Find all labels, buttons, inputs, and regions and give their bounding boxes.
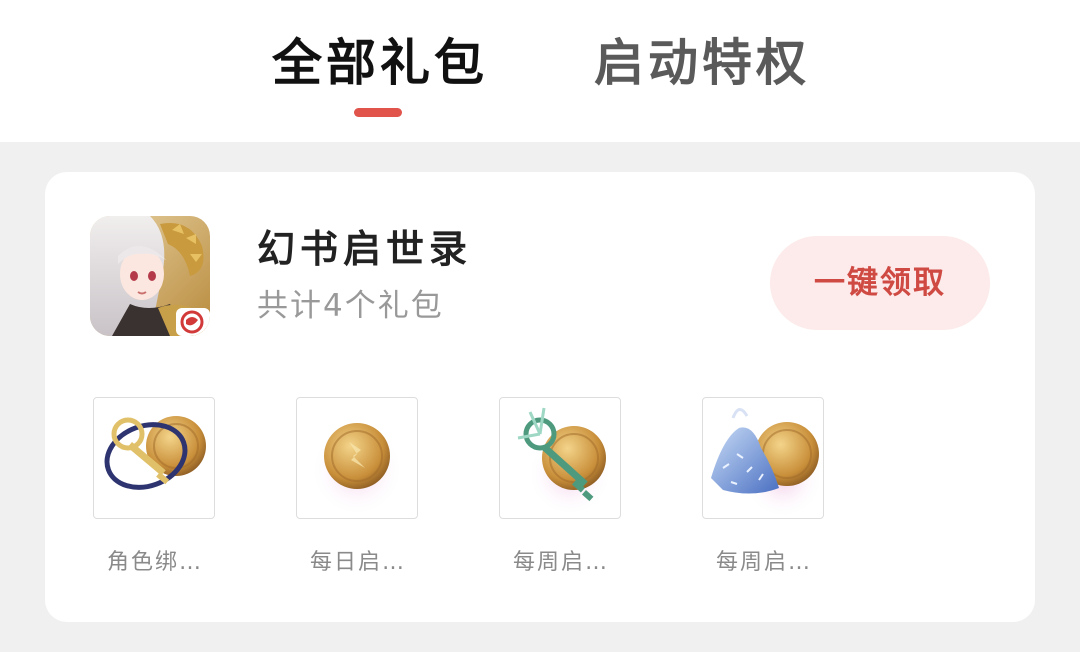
tab-launch-privileges[interactable]: 启动特权 bbox=[594, 30, 810, 96]
gold-coin-icon bbox=[296, 397, 418, 519]
blue-crystal-and-coin-icon bbox=[702, 397, 824, 519]
svg-text:大: 大 bbox=[176, 486, 190, 502]
gift-count-label: 共计4个礼包 bbox=[257, 288, 444, 324]
gift-label: 角色绑… bbox=[106, 550, 203, 575]
gift-item-weekly-launch-2[interactable]: 每周启… bbox=[702, 397, 828, 579]
green-key-and-coin-icon bbox=[499, 397, 621, 519]
key-and-coin-icon: 大 bbox=[93, 397, 215, 519]
gift-card: 幻书启世录 共计4个礼包 一键领取 大 角色绑… 每日启… 每周启… 每周启… bbox=[45, 172, 1035, 622]
claim-all-button[interactable]: 一键领取 bbox=[770, 236, 990, 330]
game-app-icon bbox=[90, 216, 210, 336]
gift-label: 每周启… bbox=[715, 550, 812, 575]
gift-item-weekly-launch-1[interactable]: 每周启… bbox=[499, 397, 625, 579]
active-tab-indicator bbox=[354, 108, 402, 117]
gift-item-role-bind[interactable]: 大 角色绑… bbox=[93, 397, 219, 579]
gift-label: 每日启… bbox=[309, 550, 406, 575]
top-tab-bar: 全部礼包 启动特权 bbox=[0, 0, 1080, 142]
gift-label: 每周启… bbox=[512, 550, 609, 575]
gift-item-daily-launch[interactable]: 每日启… bbox=[296, 397, 422, 579]
tab-all-gifts[interactable]: 全部礼包 bbox=[272, 30, 488, 96]
game-title: 幻书启世录 bbox=[257, 227, 473, 271]
